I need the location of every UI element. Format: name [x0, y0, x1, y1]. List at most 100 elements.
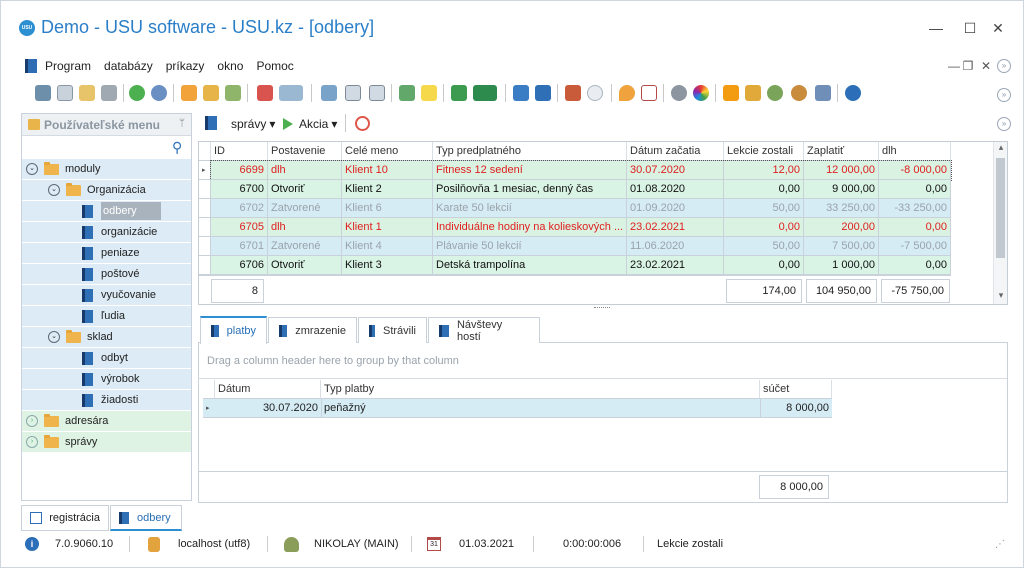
- row-selector[interactable]: [199, 218, 211, 237]
- splitter-handle[interactable]: [594, 307, 610, 309]
- tree-item-ľudia[interactable]: ľudia: [22, 306, 191, 327]
- column-icon[interactable]: [321, 85, 337, 101]
- scroll-up-icon[interactable]: ▴: [995, 142, 1007, 156]
- refresh-icon[interactable]: [355, 116, 370, 131]
- filter-check-icon[interactable]: [225, 85, 241, 101]
- menu-prikazy[interactable]: príkazy: [166, 59, 205, 73]
- reports-dropdown[interactable]: správy ▾: [231, 117, 275, 131]
- menu-search-icon[interactable]: ⚲: [172, 139, 188, 155]
- info-icon[interactable]: [845, 85, 861, 101]
- filter-icon[interactable]: [181, 85, 197, 101]
- window-list-icon[interactable]: [535, 85, 551, 101]
- image-dropdown-icon[interactable]: [279, 85, 303, 101]
- tab-odbery[interactable]: odbery: [110, 505, 182, 531]
- scroll-thumb[interactable]: [996, 158, 1005, 258]
- menu-pomoc[interactable]: Pomoc: [256, 59, 293, 73]
- current-row-indicator-icon[interactable]: ▸: [199, 161, 211, 180]
- group-by-panel[interactable]: Drag a column header here to group by th…: [199, 343, 1007, 379]
- expand-icon[interactable]: ›: [26, 415, 38, 427]
- tree-item-poštové[interactable]: poštové: [22, 264, 191, 285]
- vertical-scrollbar[interactable]: ▴ ▾: [993, 142, 1007, 304]
- lock-icon[interactable]: [745, 85, 761, 101]
- collapse-icon[interactable]: ⌄: [48, 184, 60, 196]
- filter-clear-icon[interactable]: [203, 85, 219, 101]
- row-selector[interactable]: [199, 237, 211, 256]
- tree-item-organizácie[interactable]: organizácie: [22, 222, 191, 243]
- tree-item-adresára[interactable]: › adresára: [22, 411, 191, 432]
- refresh-db-icon[interactable]: [35, 85, 51, 101]
- row-selector[interactable]: [199, 180, 211, 199]
- users-icon[interactable]: [791, 85, 807, 101]
- tree-item-výrobok[interactable]: výrobok: [22, 369, 191, 390]
- note-icon[interactable]: [421, 85, 437, 101]
- search-icon[interactable]: [151, 85, 167, 101]
- col-sucet[interactable]: súčet: [760, 380, 832, 399]
- flag-icon[interactable]: [257, 85, 273, 101]
- tree-item-žiadosti[interactable]: žiadosti: [22, 390, 191, 411]
- mdi-restore-button[interactable]: ❐: [961, 59, 975, 73]
- col-datum-zacatia[interactable]: Dátum začatia: [627, 142, 724, 161]
- col-zaplatit[interactable]: Zaplatiť: [804, 142, 879, 161]
- table-row[interactable]: ▸ 30.07.2020 peňažný 8 000,00: [203, 399, 832, 418]
- collapse-icon[interactable]: ⌄: [48, 331, 60, 343]
- action-dropdown[interactable]: Akcia ▾: [299, 117, 337, 131]
- grid-toolbar-chevron-icon[interactable]: »: [997, 117, 1011, 131]
- add-row-icon[interactable]: [399, 85, 415, 101]
- col-typ-predplatneho[interactable]: Typ predplatného: [433, 142, 627, 161]
- tab-zmrazenie[interactable]: zmrazenie: [268, 317, 357, 343]
- tab-navstevy-hosti[interactable]: Návštevy hostí: [428, 317, 540, 343]
- resize-grip-icon[interactable]: ⋰: [995, 531, 1005, 557]
- export-excel-icon[interactable]: [451, 85, 467, 101]
- menu-databazy[interactable]: databázy: [104, 59, 153, 73]
- location-icon[interactable]: [619, 85, 635, 101]
- mdi-minimize-button[interactable]: —: [947, 59, 961, 73]
- edit-icon[interactable]: [79, 85, 95, 101]
- col-dlh[interactable]: dlh: [879, 142, 951, 161]
- settings-icon[interactable]: [671, 85, 687, 101]
- scroll-down-icon[interactable]: ▾: [995, 290, 1007, 304]
- collapse-menu-icon[interactable]: »: [997, 59, 1011, 73]
- expand-icon[interactable]: ›: [26, 436, 38, 448]
- tools-icon[interactable]: [815, 85, 831, 101]
- tab-platby[interactable]: platby: [200, 316, 267, 344]
- calendar-icon[interactable]: [641, 85, 657, 101]
- col-postavenie[interactable]: Postavenie: [268, 142, 342, 161]
- mdi-close-button[interactable]: ✕: [979, 59, 993, 73]
- forward-icon[interactable]: [587, 85, 603, 101]
- tree-item-peniaze[interactable]: peniaze: [22, 243, 191, 264]
- tree-item-správy[interactable]: › správy: [22, 432, 191, 453]
- exit-icon[interactable]: [565, 85, 581, 101]
- menu-program[interactable]: Program: [45, 59, 91, 73]
- excel-dropdown-icon[interactable]: [473, 85, 497, 101]
- col-typ-platby[interactable]: Typ platby: [321, 380, 760, 399]
- tree-item-vyučovanie[interactable]: vyučovanie: [22, 285, 191, 306]
- close-button[interactable]: ✕: [989, 19, 1007, 37]
- copy-icon[interactable]: [57, 85, 73, 101]
- tree-item-odbery[interactable]: odbery: [22, 201, 191, 222]
- tab-registracia[interactable]: registrácia: [21, 505, 109, 531]
- collapse-up-icon[interactable]: [369, 85, 385, 101]
- tree-item-odbyt[interactable]: odbyt: [22, 348, 191, 369]
- maximize-button[interactable]: ☐: [961, 19, 979, 37]
- col-datum[interactable]: Dátum: [215, 380, 321, 399]
- delete-icon[interactable]: [101, 85, 117, 101]
- toolbar-chevron-icon[interactable]: »: [997, 88, 1011, 102]
- pin-icon[interactable]: ᛘ: [179, 118, 185, 129]
- tab-stravili[interactable]: Strávili: [358, 317, 427, 343]
- row-selector[interactable]: [199, 199, 211, 218]
- collapse-icon[interactable]: ⌄: [26, 163, 38, 175]
- user-key-icon[interactable]: [767, 85, 783, 101]
- tree-item-organizácia[interactable]: ⌄ Organizácia: [22, 180, 191, 201]
- menu-okno[interactable]: okno: [217, 59, 243, 73]
- col-cele-meno[interactable]: Celé meno: [342, 142, 433, 161]
- col-id[interactable]: ID: [211, 142, 268, 161]
- expand-down-icon[interactable]: [345, 85, 361, 101]
- reload-icon[interactable]: [129, 85, 145, 101]
- rss-icon[interactable]: [723, 85, 739, 101]
- color-palette-icon[interactable]: [693, 85, 709, 101]
- tree-item-sklad[interactable]: ⌄ sklad: [22, 327, 191, 348]
- tree-item-moduly[interactable]: ⌄ moduly: [22, 159, 191, 180]
- new-window-icon[interactable]: [513, 85, 529, 101]
- col-lekcie-zostali[interactable]: Lekcie zostali: [724, 142, 804, 161]
- row-selector[interactable]: [199, 256, 211, 275]
